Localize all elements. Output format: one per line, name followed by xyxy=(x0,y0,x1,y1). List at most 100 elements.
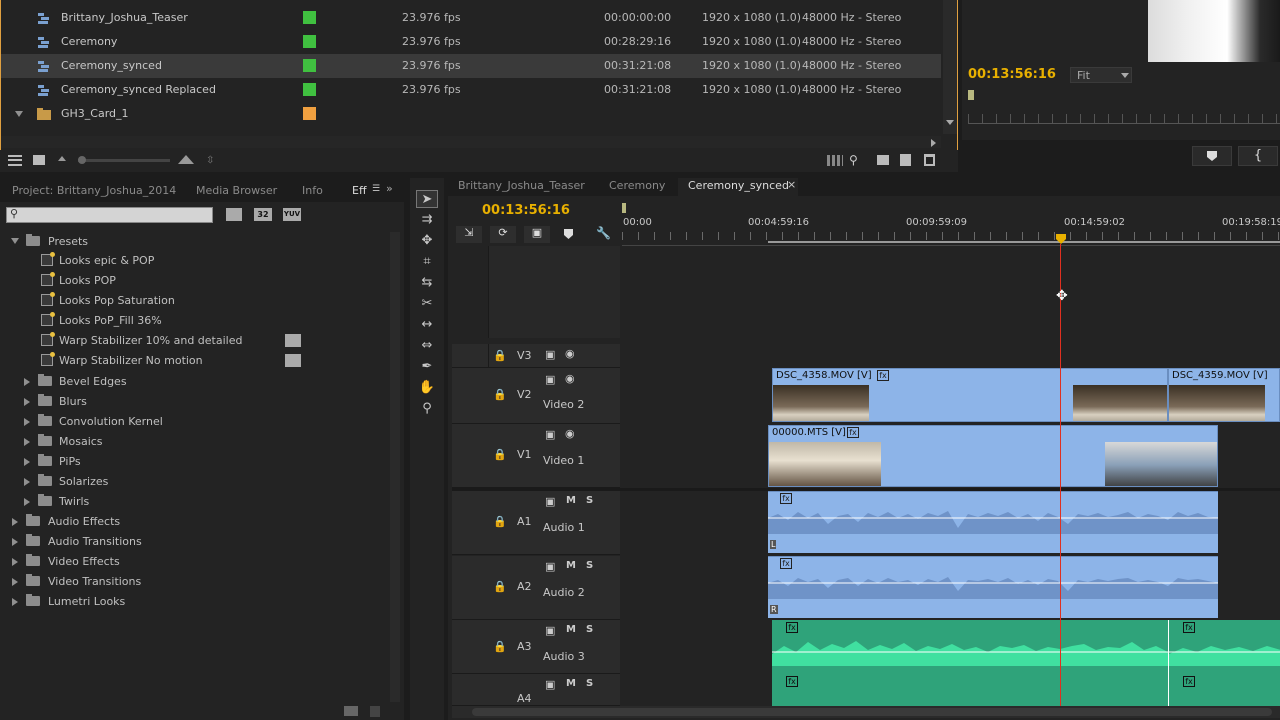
tab-info[interactable]: Info xyxy=(302,184,323,197)
track-id[interactable]: A3 xyxy=(517,640,532,653)
fx-badge-icon[interactable]: fx xyxy=(786,622,798,633)
bin-row[interactable]: GH3_Card_1 xyxy=(1,102,941,126)
playhead-line[interactable] xyxy=(1060,244,1061,706)
add-marker-icon[interactable] xyxy=(564,229,573,239)
add-marker-button[interactable] xyxy=(1192,146,1232,166)
automate-to-sequence-icon[interactable] xyxy=(827,155,843,166)
rolling-edit-tool-icon[interactable]: ⌗ xyxy=(416,253,438,271)
search-icon[interactable]: ⚲ xyxy=(849,153,858,167)
fx-badge-icon[interactable]: fx xyxy=(877,370,889,381)
tab-sequence[interactable]: Brittany_Joshua_Teaser xyxy=(458,179,585,192)
horizontal-scrollbar[interactable] xyxy=(1,136,941,148)
track-select-tool-icon[interactable]: ⇉ xyxy=(416,211,438,229)
mute-button[interactable]: M xyxy=(566,678,576,689)
disclosure-triangle-icon[interactable] xyxy=(24,498,30,506)
time-ruler[interactable]: 00:00 00:04:59:16 00:09:59:09 00:14:59:0… xyxy=(622,216,1280,246)
tab-effects[interactable]: Eff xyxy=(352,184,367,197)
disclosure-triangle-icon[interactable] xyxy=(12,558,18,566)
new-item-icon[interactable] xyxy=(900,154,911,166)
label-color-swatch[interactable] xyxy=(303,35,316,48)
list-view-icon[interactable] xyxy=(8,155,22,166)
slide-tool-icon[interactable]: ⇔ xyxy=(416,337,438,355)
sort-icon[interactable]: ⇳ xyxy=(206,155,214,166)
preset-folder[interactable]: Blurs xyxy=(0,392,390,412)
effect-category[interactable]: Video Transitions xyxy=(0,572,390,592)
panel-menu-icon[interactable]: ☰ xyxy=(372,184,380,194)
track-id[interactable]: V2 xyxy=(517,388,532,401)
disclosure-triangle-icon[interactable] xyxy=(12,598,18,606)
effect-category[interactable]: Lumetri Looks xyxy=(0,592,390,612)
lock-icon[interactable]: 🔒 xyxy=(493,388,507,401)
clip-audio[interactable]: fx L xyxy=(768,491,1218,553)
close-icon[interactable]: × xyxy=(787,178,796,191)
solo-button[interactable]: S xyxy=(586,624,593,635)
toggle-sync-lock-icon[interactable]: ▣ xyxy=(545,624,555,637)
effect-category[interactable]: Video Effects xyxy=(0,552,390,572)
effects-search-input[interactable]: ⚲ xyxy=(6,207,213,223)
zoom-fit-select[interactable]: Fit xyxy=(1070,67,1132,83)
scroll-down-icon[interactable] xyxy=(946,120,954,125)
ripple-edit-tool-icon[interactable]: ✥ xyxy=(416,232,438,250)
panel-overflow-icon[interactable]: » xyxy=(386,182,393,195)
tab-media-browser[interactable]: Media Browser xyxy=(196,184,277,197)
eye-icon[interactable]: ◉ xyxy=(565,372,575,385)
disclosure-triangle-icon[interactable] xyxy=(24,478,30,486)
eye-icon[interactable]: ◉ xyxy=(565,347,575,360)
preset-item[interactable]: Looks POP xyxy=(0,271,390,291)
clip-video[interactable]: 00000.MTS [V] fx xyxy=(768,425,1218,487)
preset-folder[interactable]: Twirls xyxy=(0,492,390,512)
lock-icon[interactable]: 🔒 xyxy=(493,515,507,528)
lock-icon[interactable]: 🔒 xyxy=(493,580,507,593)
sequence-row[interactable]: Brittany_Joshua_Teaser 23.976 fps 00:00:… xyxy=(1,6,941,30)
label-color-swatch[interactable] xyxy=(303,107,316,120)
solo-button[interactable]: S xyxy=(586,678,593,689)
track-id[interactable]: V1 xyxy=(517,448,532,461)
linked-selection-icon[interactable]: ⟳ xyxy=(490,226,516,243)
eye-icon[interactable]: ◉ xyxy=(565,427,575,440)
preset-folder[interactable]: Solarizes xyxy=(0,472,390,492)
fx-badge-icon[interactable]: fx xyxy=(786,676,798,687)
zoom-tool-icon[interactable]: ⚲ xyxy=(416,400,438,418)
disclosure-triangle-icon[interactable] xyxy=(24,438,30,446)
solo-button[interactable]: S xyxy=(586,560,593,571)
track-id[interactable]: A2 xyxy=(517,580,532,593)
monitor-ruler[interactable] xyxy=(968,114,1280,124)
snap-icon[interactable]: ⇲ xyxy=(456,226,482,243)
add-edit-icon[interactable]: ▣ xyxy=(524,226,550,243)
disclosure-triangle-icon[interactable] xyxy=(12,578,18,586)
disclosure-triangle-icon[interactable] xyxy=(24,418,30,426)
disclosure-triangle-icon[interactable] xyxy=(11,238,19,244)
preset-item[interactable]: Warp Stabilizer No motion xyxy=(0,351,390,371)
clip-audio[interactable]: fx R xyxy=(768,556,1218,618)
effects-scrollbar[interactable] xyxy=(390,232,400,702)
slip-tool-icon[interactable]: ↔ xyxy=(416,316,438,334)
track-id[interactable]: A4 xyxy=(517,692,532,705)
work-area-bar[interactable] xyxy=(768,241,1280,243)
tab-sequence[interactable]: Ceremony xyxy=(609,179,665,192)
delete-icon[interactable] xyxy=(370,706,380,717)
work-area-marker-icon[interactable] xyxy=(622,203,626,213)
preset-item[interactable]: Looks epic & POP xyxy=(0,251,390,271)
wrench-icon[interactable]: 🔧 xyxy=(596,226,611,240)
preset-item[interactable]: Looks Pop Saturation xyxy=(0,291,390,311)
tab-project[interactable]: Project: Brittany_Joshua_2014 xyxy=(12,184,176,197)
solo-button[interactable]: S xyxy=(586,495,593,506)
sequence-row[interactable]: Ceremony 23.976 fps 00:28:29:16 1920 x 1… xyxy=(1,30,941,54)
disclosure-triangle-icon[interactable] xyxy=(12,538,18,546)
label-color-swatch[interactable] xyxy=(303,11,316,24)
effect-category[interactable]: Audio Effects xyxy=(0,512,390,532)
timeline-timecode[interactable]: 00:13:56:16 xyxy=(482,203,570,218)
effect-category[interactable]: Audio Transitions xyxy=(0,532,390,552)
preset-folder[interactable]: Bevel Edges xyxy=(0,372,390,392)
toggle-sync-lock-icon[interactable]: ▣ xyxy=(545,678,555,691)
zoom-slider[interactable] xyxy=(78,156,170,164)
pen-tool-icon[interactable]: ✒ xyxy=(416,358,438,376)
zoom-in-icon[interactable] xyxy=(178,155,194,164)
fx-badge-icon[interactable]: fx xyxy=(1183,622,1195,633)
lock-icon[interactable]: 🔒 xyxy=(493,448,507,461)
mute-button[interactable]: M xyxy=(566,560,576,571)
fx-badge-icon[interactable]: fx xyxy=(780,558,792,569)
track-id[interactable]: A1 xyxy=(517,515,532,528)
razor-tool-icon[interactable]: ✂ xyxy=(416,295,438,313)
preset-item[interactable]: Looks PoP_Fill 36% xyxy=(0,311,390,331)
